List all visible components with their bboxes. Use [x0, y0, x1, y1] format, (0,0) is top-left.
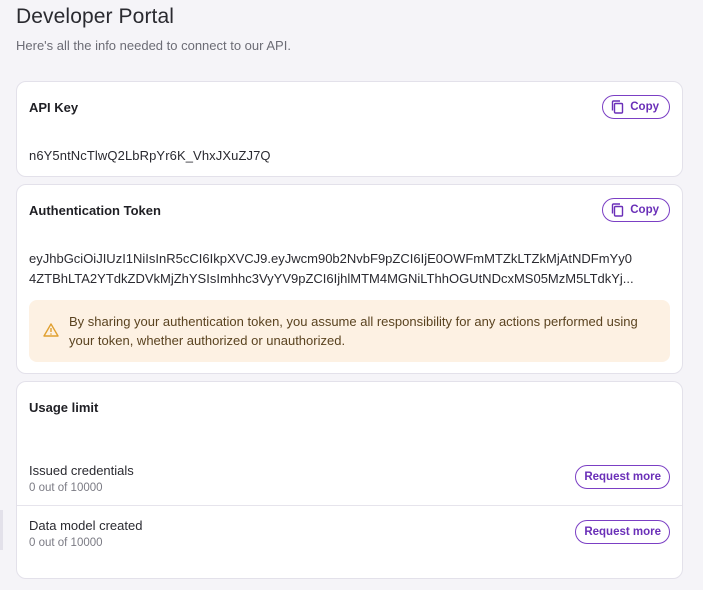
warning-triangle-icon [43, 323, 59, 342]
copy-label: Copy [630, 101, 659, 113]
api-key-title: API Key [29, 100, 79, 115]
row-divider [17, 505, 682, 506]
auth-token-line-2[interactable]: 4ZTBhLTA2YTdkZDVkMjZhYSIsImhhc3VyYV9pZCI… [29, 271, 669, 286]
usage-limit-title: Usage limit [29, 400, 99, 415]
request-more-credentials-button[interactable]: Request more [575, 465, 670, 489]
auth-token-card: Authentication Token Copy eyJhbGciOiJIUz… [16, 184, 683, 374]
copy-icon [611, 100, 624, 114]
api-key-value[interactable]: n6Y5ntNcTlwQ2LbRpYr6K_VhxJXuZJ7Q [29, 148, 271, 163]
page-subtitle: Here's all the info needed to connect to… [16, 38, 291, 53]
developer-portal-page: Developer Portal Here's all the info nee… [0, 0, 703, 590]
auth-token-line-1[interactable]: eyJhbGciOiJIUzI1NiIsInR5cCI6IkpXVCJ9.eyJ… [29, 251, 669, 266]
warning-banner: By sharing your authentication token, yo… [29, 300, 670, 362]
warning-text: By sharing your authentication token, yo… [69, 314, 638, 348]
usage-row-label: Issued credentials [29, 463, 134, 478]
auth-token-title: Authentication Token [29, 203, 161, 218]
usage-row-detail: 0 out of 10000 [29, 482, 103, 494]
copy-label: Copy [630, 204, 659, 216]
usage-limit-card: Usage limit Issued credentials 0 out of … [16, 381, 683, 579]
copy-icon [611, 203, 624, 217]
api-key-card: API Key Copy n6Y5ntNcTlwQ2LbRpYr6K_VhxJX… [16, 81, 683, 177]
copy-auth-token-button[interactable]: Copy [602, 198, 670, 222]
request-more-data-model-button[interactable]: Request more [575, 520, 670, 544]
usage-row-detail: 0 out of 10000 [29, 537, 103, 549]
usage-row-label: Data model created [29, 518, 143, 533]
copy-api-key-button[interactable]: Copy [602, 95, 670, 119]
page-title: Developer Portal [16, 5, 175, 28]
left-edge-divider [0, 510, 3, 550]
